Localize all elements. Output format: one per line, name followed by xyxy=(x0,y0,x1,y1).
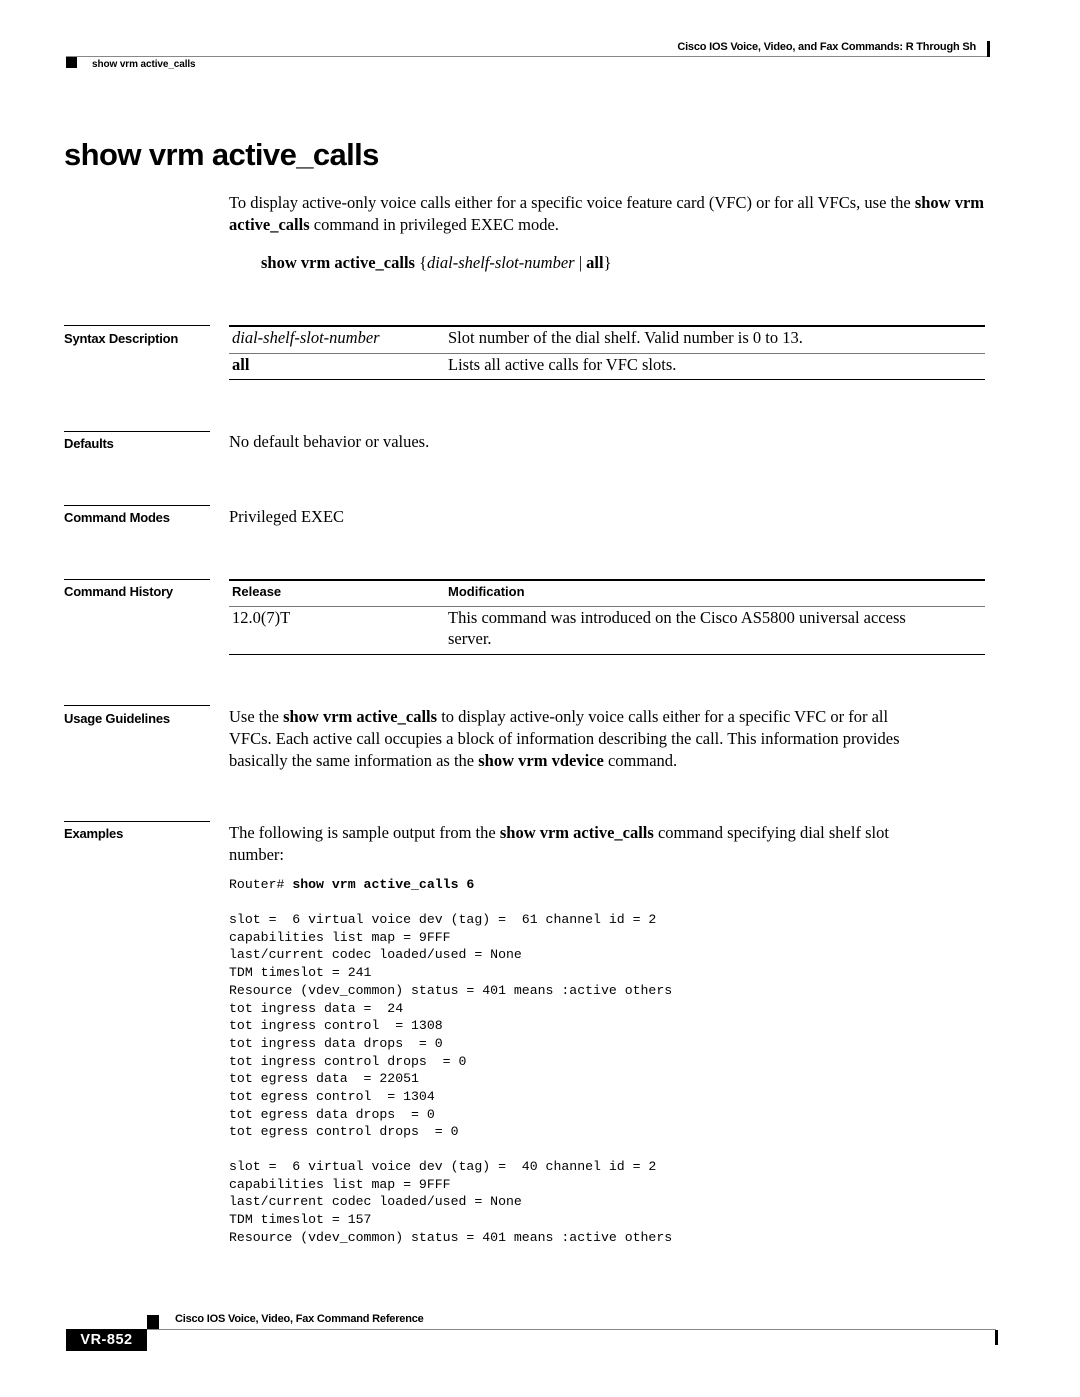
cli-output-line: tot ingress data drops = 0 xyxy=(229,1035,443,1051)
syntax-argument: dial-shelf-slot-number xyxy=(427,253,575,272)
cli-prompt: Router# xyxy=(229,877,293,892)
header-section-title: show vrm active_calls xyxy=(92,59,196,70)
footer-rule xyxy=(147,1329,996,1330)
syntax-separator: | xyxy=(574,253,587,272)
examples-line: number: xyxy=(229,845,284,864)
section-label-command-history: Command History xyxy=(64,584,173,599)
cli-output-line: tot egress data = 22051 xyxy=(229,1071,419,1087)
syntax-keyword: all xyxy=(586,253,604,272)
cli-output-line: Resource (vdev_common) status = 401 mean… xyxy=(229,1229,673,1245)
cli-output-line: capabilities list map = 9FFF xyxy=(229,1176,451,1192)
examples-text: command specifying dial shelf slot xyxy=(653,823,889,842)
usage-line: VFCs. Each active call occupies a block … xyxy=(229,729,900,748)
cli-output-line: tot egress data drops = 0 xyxy=(229,1106,435,1122)
section-rule xyxy=(64,579,210,580)
section-rule xyxy=(64,821,210,822)
cli-output-line: TDM timeslot = 241 xyxy=(229,965,372,981)
history-header-modification: Modification xyxy=(448,584,525,599)
header-marker-block xyxy=(66,57,77,68)
intro-text: To display active-only voice calls eithe… xyxy=(229,193,915,212)
syntax-command: show vrm active_calls xyxy=(261,253,415,272)
syntax-brace-close: } xyxy=(603,253,612,272)
cli-output-line: tot egress control drops = 0 xyxy=(229,1124,459,1140)
section-rule xyxy=(64,705,210,706)
cli-output-block-1: slot = 6 virtual voice dev (tag) = 61 ch… xyxy=(229,911,672,1141)
usage-text: basically the same information as the xyxy=(229,751,479,770)
usage-command: show vrm vdevice xyxy=(478,751,604,770)
syntax-brace-open: { xyxy=(414,253,428,272)
page-number-badge: VR-852 xyxy=(66,1329,147,1351)
table-bottom-rule xyxy=(229,654,985,655)
footer-book-title: Cisco IOS Voice, Video, Fax Command Refe… xyxy=(175,1313,424,1325)
cli-output-block-2: slot = 6 virtual voice dev (tag) = 40 ch… xyxy=(229,1158,672,1247)
header-book-title: Cisco IOS Voice, Video, and Fax Commands… xyxy=(677,41,976,53)
section-rule xyxy=(64,325,210,326)
intro-paragraph: To display active-only voice calls eithe… xyxy=(229,192,999,236)
header-rule xyxy=(66,56,989,57)
examples-command: show vrm active_calls xyxy=(499,823,654,842)
section-label-defaults: Defaults xyxy=(64,436,114,451)
cli-output-line: tot egress control = 1304 xyxy=(229,1089,435,1105)
usage-line: Use the show vrm active_calls to display… xyxy=(229,706,999,728)
cli-output-line: tot ingress data = 24 xyxy=(229,1000,404,1016)
usage-text: to display active-only voice calls eithe… xyxy=(437,707,889,726)
section-label-syntax-description: Syntax Description xyxy=(64,331,179,346)
cli-output-line: slot = 6 virtual voice dev (tag) = 61 ch… xyxy=(229,912,657,927)
cli-command: show vrm active_calls 6 xyxy=(292,877,475,892)
footer-marker-block xyxy=(147,1315,159,1329)
examples-line: The following is sample output from the … xyxy=(229,822,999,844)
section-rule xyxy=(64,431,210,432)
section-label-command-modes: Command Modes xyxy=(64,510,170,525)
section-label-usage-guidelines: Usage Guidelines xyxy=(64,711,170,726)
cli-output-line: tot ingress control drops = 0 xyxy=(229,1053,467,1069)
usage-text: Use the xyxy=(229,707,284,726)
examples-paragraph: The following is sample output from the … xyxy=(229,822,999,866)
history-header-release: Release xyxy=(232,584,282,599)
cli-output-line: capabilities list map = 9FFF xyxy=(229,929,451,945)
syntax-param: all xyxy=(232,355,250,374)
command-syntax: show vrm active_calls {dial-shelf-slot-n… xyxy=(261,252,612,274)
usage-text: command. xyxy=(603,751,678,770)
history-release: 12.0(7)T xyxy=(232,608,291,627)
header-marker-bar xyxy=(987,41,990,57)
command-modes-text: Privileged EXEC xyxy=(229,507,345,526)
footer-marker-bar xyxy=(995,1330,998,1345)
cli-prompt-line: Router# show vrm active_calls 6 xyxy=(229,876,474,894)
cli-output-line: slot = 6 virtual voice dev (tag) = 40 ch… xyxy=(229,1159,657,1174)
cli-output-line: last/current codec loaded/used = None xyxy=(229,947,522,963)
usage-paragraph: Use the show vrm active_calls to display… xyxy=(229,706,999,772)
table-bottom-rule xyxy=(229,379,985,380)
usage-line: basically the same information as the sh… xyxy=(229,750,999,772)
page-title: show vrm active_calls xyxy=(64,137,379,172)
history-modification: This command was introduced on the Cisco… xyxy=(448,608,906,627)
syntax-param-desc: Slot number of the dial shelf. Valid num… xyxy=(448,328,803,347)
cli-output-line: Resource (vdev_common) status = 401 mean… xyxy=(229,982,673,998)
syntax-param: dial-shelf-slot-number xyxy=(232,328,380,347)
usage-command: show vrm active_calls xyxy=(283,707,438,726)
intro-text-end: command in privileged EXEC mode. xyxy=(309,215,559,234)
syntax-param-desc: Lists all active calls for VFC slots. xyxy=(448,355,677,374)
history-modification-cont: server. xyxy=(448,629,492,648)
section-rule xyxy=(64,505,210,506)
examples-text: The following is sample output from the xyxy=(229,823,500,842)
cli-output-line: last/current codec loaded/used = None xyxy=(229,1194,522,1210)
section-label-examples: Examples xyxy=(64,826,124,841)
cli-output-line: tot ingress control = 1308 xyxy=(229,1018,443,1034)
defaults-text: No default behavior or values. xyxy=(229,432,430,451)
table-top-rule xyxy=(229,579,985,581)
cli-output-line: TDM timeslot = 157 xyxy=(229,1212,372,1228)
